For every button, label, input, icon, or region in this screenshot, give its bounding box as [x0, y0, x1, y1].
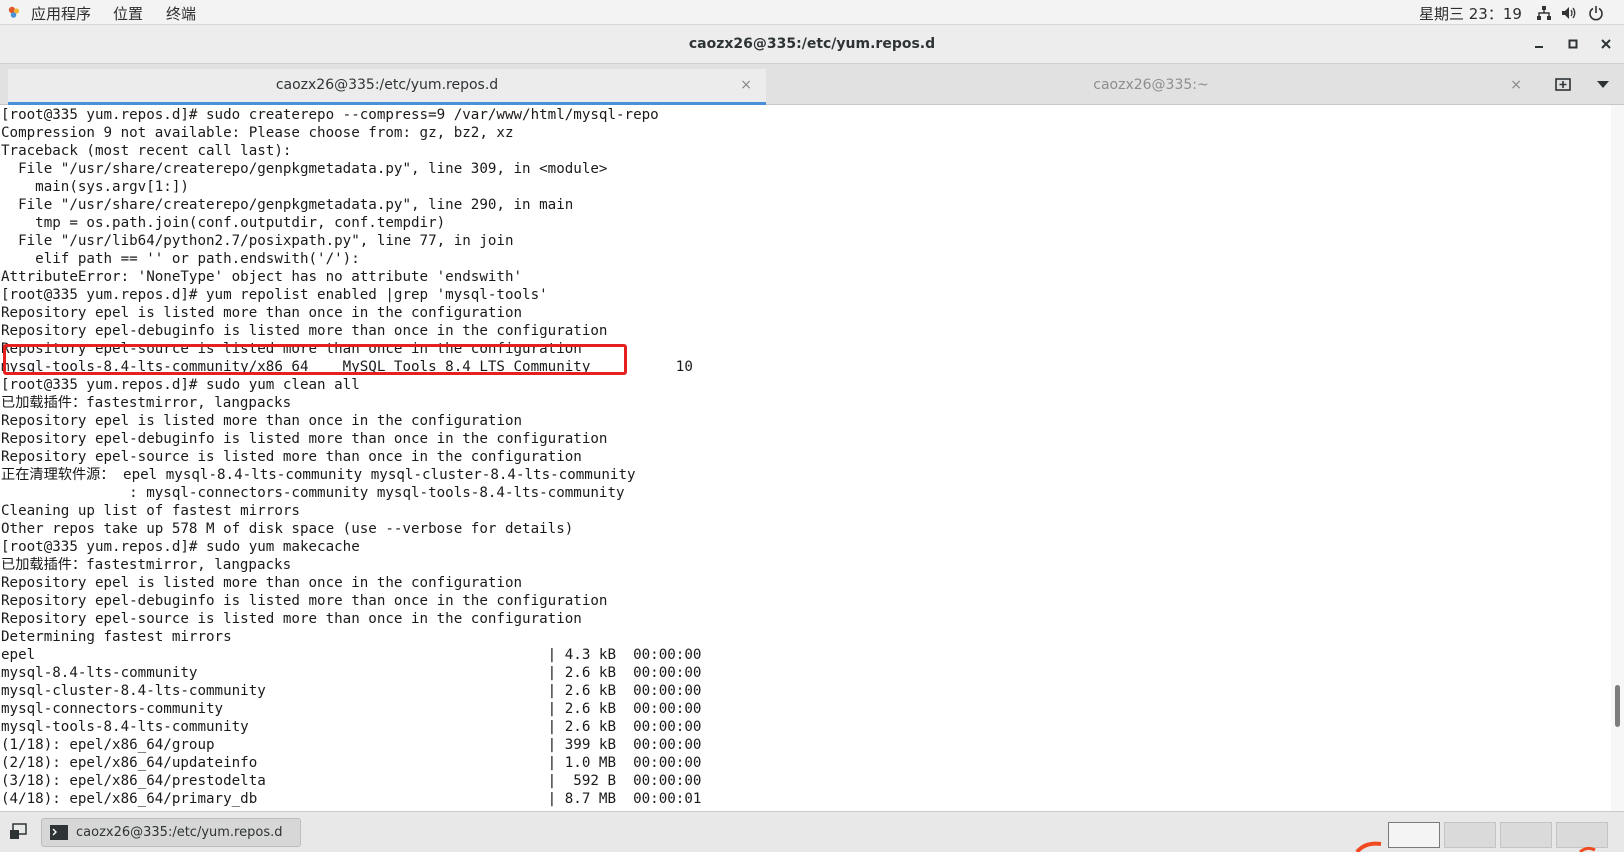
terminal-line: Other repos take up 578 M of disk space … — [1, 521, 574, 537]
terminal-line: Cleaning up list of fastest mirrors — [1, 503, 300, 519]
maximize-icon[interactable] — [1566, 37, 1580, 51]
terminal-line: File "/usr/lib64/python2.7/posixpath.py"… — [1, 233, 514, 249]
terminal-line: mysql-cluster-8.4-lts-community | 2.6 kB… — [1, 683, 702, 699]
annotation-scribble — [1355, 841, 1596, 852]
terminal-line: tmp = os.path.join(conf.outputdir, conf.… — [1, 215, 446, 231]
tab-close-icon[interactable]: × — [740, 69, 752, 101]
terminal-line: Repository epel-source is listed more th… — [1, 611, 582, 627]
terminal-line: Determining fastest mirrors — [1, 629, 232, 645]
terminal-icon — [50, 825, 68, 840]
tab-yum-repos[interactable]: caozx26@335:/etc/yum.repos.d × — [8, 69, 766, 105]
terminal-line: epel | 4.3 kB 00:00:00 — [1, 647, 702, 663]
terminal-line: File "/usr/share/createrepo/genpkgmetada… — [1, 161, 608, 177]
terminal-output[interactable]: [root@335 yum.repos.d]# sudo createrepo … — [0, 105, 1611, 811]
tab-home[interactable]: caozx26@335:~ × — [766, 69, 1536, 105]
terminal-line: Repository epel-debuginfo is listed more… — [1, 593, 608, 609]
tab-label: caozx26@335:/etc/yum.repos.d — [275, 77, 499, 93]
tab-close-icon[interactable]: × — [1510, 69, 1522, 101]
scrollbar-thumb[interactable] — [1615, 685, 1620, 727]
new-tab-icon[interactable] — [1554, 75, 1572, 93]
terminal-line: main(sys.argv[1:]) — [1, 179, 189, 195]
terminal-line: 已加载插件：fastestmirror, langpacks — [1, 557, 292, 573]
terminal-line: mysql-8.4-lts-community | 2.6 kB 00:00:0… — [1, 665, 702, 681]
terminal-line: (4/18): epel/x86_64/primary_db | 8.7 MB … — [1, 791, 702, 807]
window-title: caozx26@335:/etc/yum.repos.d — [688, 36, 936, 52]
taskbar-item-terminal[interactable]: caozx26@335:/etc/yum.repos.d — [41, 818, 301, 847]
taskbar-item-label: caozx26@335:/etc/yum.repos.d — [76, 825, 283, 840]
power-icon[interactable] — [1588, 5, 1604, 21]
terminal-line: [root@335 yum.repos.d]# yum repolist ena… — [1, 287, 548, 303]
terminal-line: Traceback (most recent call last): — [1, 143, 292, 159]
terminal-line: AttributeError: 'NoneType' object has no… — [1, 269, 523, 285]
show-desktop-icon[interactable] — [8, 822, 28, 842]
chevron-down-icon[interactable] — [1597, 81, 1609, 89]
terminal-line: Repository epel is listed more than once… — [1, 575, 523, 591]
menu-terminal[interactable]: 终端 — [166, 3, 196, 24]
terminal-line: File "/usr/share/createrepo/genpkgmetada… — [1, 197, 574, 213]
applications-icon[interactable] — [7, 5, 21, 19]
tab-bar: caozx26@335:/etc/yum.repos.d × caozx26@3… — [0, 64, 1624, 105]
scrollbar[interactable] — [1611, 105, 1624, 811]
volume-icon[interactable] — [1561, 5, 1577, 21]
menu-places[interactable]: 位置 — [113, 3, 143, 24]
terminal-line: [root@335 yum.repos.d]# sudo createrepo … — [1, 107, 659, 123]
top-bar: 应用程序 位置 终端 星期三 23：19 — [0, 0, 1624, 25]
clock[interactable]: 星期三 23：19 — [1419, 3, 1522, 24]
terminal-line: mysql-tools-8.4-lts-community | 2.6 kB 0… — [1, 719, 702, 735]
terminal-line: Repository epel-debuginfo is listed more… — [1, 323, 608, 339]
tab-label: caozx26@335:~ — [1093, 77, 1209, 93]
terminal-line: 已加载插件：fastestmirror, langpacks — [1, 395, 292, 411]
terminal-line: Repository epel-debuginfo is listed more… — [1, 431, 608, 447]
terminal-line: mysql-connectors-community | 2.6 kB 00:0… — [1, 701, 702, 717]
terminal-line: elif path == '' or path.endswith('/'): — [1, 251, 360, 267]
network-icon[interactable] — [1536, 5, 1552, 21]
window-titlebar[interactable]: caozx26@335:/etc/yum.repos.d — [0, 25, 1624, 64]
close-icon[interactable] — [1599, 37, 1613, 51]
terminal-line: Repository epel is listed more than once… — [1, 413, 523, 429]
annotation-highlight-box — [3, 344, 627, 375]
minimize-icon[interactable] — [1532, 37, 1546, 51]
terminal-line: (3/18): epel/x86_64/prestodelta | 592 B … — [1, 773, 702, 789]
menu-applications[interactable]: 应用程序 — [31, 3, 91, 24]
terminal-line: (2/18): epel/x86_64/updateinfo | 1.0 MB … — [1, 755, 702, 771]
terminal-line: (1/18): epel/x86_64/group | 399 kB 00:00… — [1, 737, 702, 753]
terminal-text: [root@335 yum.repos.d]# sudo createrepo … — [1, 106, 701, 808]
terminal-line: : mysql-connectors-community mysql-tools… — [1, 485, 625, 501]
terminal-line: [root@335 yum.repos.d]# sudo yum clean a… — [1, 377, 360, 393]
terminal-line: Repository epel is listed more than once… — [1, 305, 523, 321]
terminal-line: [root@335 yum.repos.d]# sudo yum makecac… — [1, 539, 360, 555]
terminal-line: 正在清理软件源： epel mysql-8.4-lts-community my… — [1, 467, 636, 483]
terminal-line: Compression 9 not available: Please choo… — [1, 125, 514, 141]
terminal-line: Repository epel-source is listed more th… — [1, 449, 582, 465]
